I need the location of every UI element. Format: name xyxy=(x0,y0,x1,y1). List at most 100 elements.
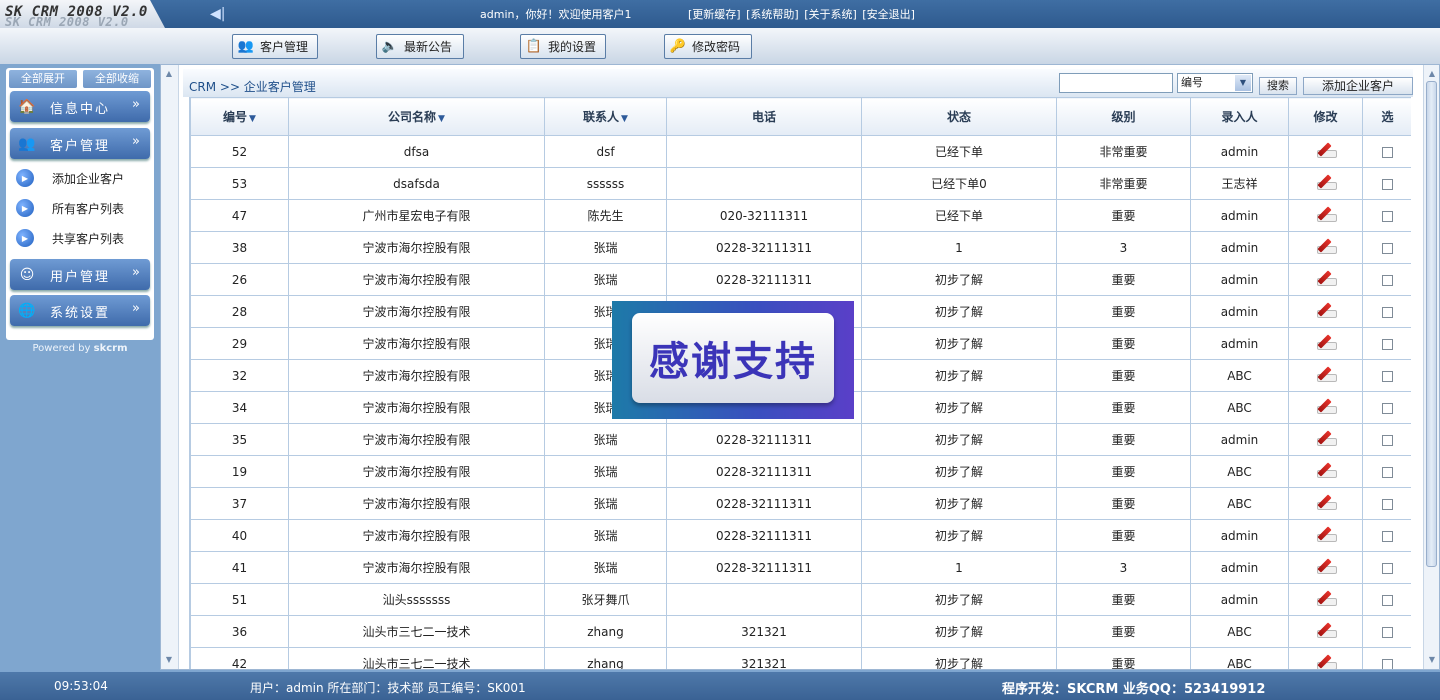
scroll-thumb[interactable] xyxy=(1426,81,1437,567)
table-cell: admin xyxy=(1190,295,1289,328)
edit-icon[interactable] xyxy=(1314,621,1338,639)
refresh-cache-link[interactable]: [更新缓存] xyxy=(688,8,741,21)
row-checkbox[interactable] xyxy=(1382,562,1393,574)
edit-icon[interactable] xyxy=(1314,493,1338,511)
table-cell: 初步了解 xyxy=(861,583,1057,616)
edit-icon[interactable] xyxy=(1314,557,1338,575)
table-cell: 陈先生 xyxy=(544,199,667,232)
sidebar-item-shared-customers[interactable]: ▶ 共享客户列表 xyxy=(16,226,124,250)
edit-icon[interactable] xyxy=(1314,269,1338,287)
tab-label: 最新公告 xyxy=(404,40,453,54)
table-cell: 37 xyxy=(190,487,289,520)
edit-icon[interactable] xyxy=(1314,301,1338,319)
table-cell: 汕头市三七二一技术 xyxy=(288,647,545,669)
table-cell: 重要 xyxy=(1056,359,1191,392)
thanks-popup[interactable]: 感谢支持 xyxy=(612,301,854,419)
collapse-sidebar-icon[interactable]: ◀︎| xyxy=(210,6,225,22)
powered-prefix: Powered by xyxy=(32,343,94,354)
table-cell: 已经下单 xyxy=(861,135,1057,168)
sidebar-item-add-customer[interactable]: ▶ 添加企业客户 xyxy=(16,166,124,190)
edit-cell xyxy=(1288,135,1363,168)
scroll-up-icon[interactable]: ▲ xyxy=(1426,68,1438,80)
column-header-label: 级别 xyxy=(1111,110,1136,124)
row-checkbox[interactable] xyxy=(1382,146,1393,158)
table-cell: ABC xyxy=(1190,391,1289,424)
tab-latest-notice[interactable]: 🔈 最新公告 xyxy=(376,34,464,59)
about-link[interactable]: [关于系统] xyxy=(804,8,857,21)
logout-link[interactable]: [安全退出] xyxy=(862,8,915,21)
edit-icon[interactable] xyxy=(1314,429,1338,447)
menu-user-management[interactable]: ☺ 用户管理 » xyxy=(10,259,150,290)
expand-all-button[interactable]: 全部展开 xyxy=(9,70,77,88)
table-cell: 重要 xyxy=(1056,615,1191,648)
tab-change-password[interactable]: 🔑 修改密码 xyxy=(664,34,752,59)
row-checkbox[interactable] xyxy=(1382,338,1393,350)
collapse-all-button[interactable]: 全部收缩 xyxy=(83,70,151,88)
edit-icon[interactable] xyxy=(1314,589,1338,607)
edit-icon[interactable] xyxy=(1314,237,1338,255)
edit-icon[interactable] xyxy=(1314,141,1338,159)
left-scrollbar[interactable]: ▲ ▼ xyxy=(161,65,179,669)
edit-icon[interactable] xyxy=(1314,653,1338,669)
row-checkbox[interactable] xyxy=(1382,498,1393,510)
edit-icon[interactable] xyxy=(1314,397,1338,415)
edit-icon[interactable] xyxy=(1314,525,1338,543)
scroll-down-icon[interactable]: ▼ xyxy=(163,654,175,666)
edit-icon[interactable] xyxy=(1314,365,1338,383)
column-header[interactable]: 联系人 ▼ xyxy=(544,97,667,136)
help-link[interactable]: [系统帮助] xyxy=(746,8,799,21)
row-checkbox[interactable] xyxy=(1382,594,1393,606)
sort-down-icon[interactable]: ▼ xyxy=(438,114,445,124)
row-checkbox[interactable] xyxy=(1382,210,1393,222)
column-header: 电话 xyxy=(666,97,862,136)
row-checkbox[interactable] xyxy=(1382,466,1393,478)
scroll-up-icon[interactable]: ▲ xyxy=(163,68,175,80)
column-header[interactable]: 公司名称 ▼ xyxy=(288,97,545,136)
tab-my-settings[interactable]: 📋 我的设置 xyxy=(520,34,606,59)
menu-customer-management[interactable]: 👥 客户管理 » xyxy=(10,128,150,159)
table-cell: ABC xyxy=(1190,455,1289,488)
table-cell: 已经下单 xyxy=(861,199,1057,232)
users-icon: 👥 xyxy=(18,136,36,152)
table-cell: dsf xyxy=(544,135,667,168)
search-field-select[interactable]: 编号 ▼ xyxy=(1177,73,1253,93)
smiley-icon: ☺ xyxy=(19,267,35,283)
right-scrollbar[interactable]: ▲ ▼ xyxy=(1423,65,1439,669)
row-checkbox[interactable] xyxy=(1382,178,1393,190)
menu-info-center[interactable]: 🏠 信息中心 » xyxy=(10,91,150,122)
chevron-down-icon[interactable]: ▼ xyxy=(1235,75,1251,91)
select-cell xyxy=(1362,327,1411,360)
add-customer-button[interactable]: 添加企业客户 xyxy=(1303,77,1413,95)
row-checkbox[interactable] xyxy=(1382,402,1393,414)
sidebar-item-all-customers[interactable]: ▶ 所有客户列表 xyxy=(16,196,124,220)
table-cell: admin xyxy=(1190,519,1289,552)
row-checkbox[interactable] xyxy=(1382,370,1393,382)
scroll-down-icon[interactable]: ▼ xyxy=(1426,654,1438,666)
sort-down-icon[interactable]: ▼ xyxy=(621,114,628,124)
sort-down-icon[interactable]: ▼ xyxy=(249,114,256,124)
powered-by: Powered by skcrm xyxy=(6,343,154,354)
row-checkbox[interactable] xyxy=(1382,658,1393,669)
table-row: 37 宁波市海尔控股有限 张瑞 0228-32111311 初步了解 重要 ABC xyxy=(190,487,1411,520)
edit-icon[interactable] xyxy=(1314,173,1338,191)
row-checkbox[interactable] xyxy=(1382,434,1393,446)
tab-customer-management[interactable]: 👥 客户管理 xyxy=(232,34,318,59)
search-button[interactable]: 搜索 xyxy=(1259,77,1297,95)
row-checkbox[interactable] xyxy=(1382,530,1393,542)
row-checkbox[interactable] xyxy=(1382,306,1393,318)
search-input[interactable] xyxy=(1059,73,1173,93)
column-header[interactable]: 编号 ▼ xyxy=(190,97,289,136)
menu-system-settings[interactable]: 🌐 系统设置 » xyxy=(10,295,150,326)
edit-icon[interactable] xyxy=(1314,333,1338,351)
select-cell xyxy=(1362,519,1411,552)
table-cell: 36 xyxy=(190,615,289,648)
table-cell: 321321 xyxy=(666,615,862,648)
edit-icon[interactable] xyxy=(1314,205,1338,223)
row-checkbox[interactable] xyxy=(1382,242,1393,254)
table-cell: zhang xyxy=(544,615,667,648)
row-checkbox[interactable] xyxy=(1382,274,1393,286)
table-cell: 张瑞 xyxy=(544,455,667,488)
table-cell: 47 xyxy=(190,199,289,232)
edit-icon[interactable] xyxy=(1314,461,1338,479)
row-checkbox[interactable] xyxy=(1382,626,1393,638)
